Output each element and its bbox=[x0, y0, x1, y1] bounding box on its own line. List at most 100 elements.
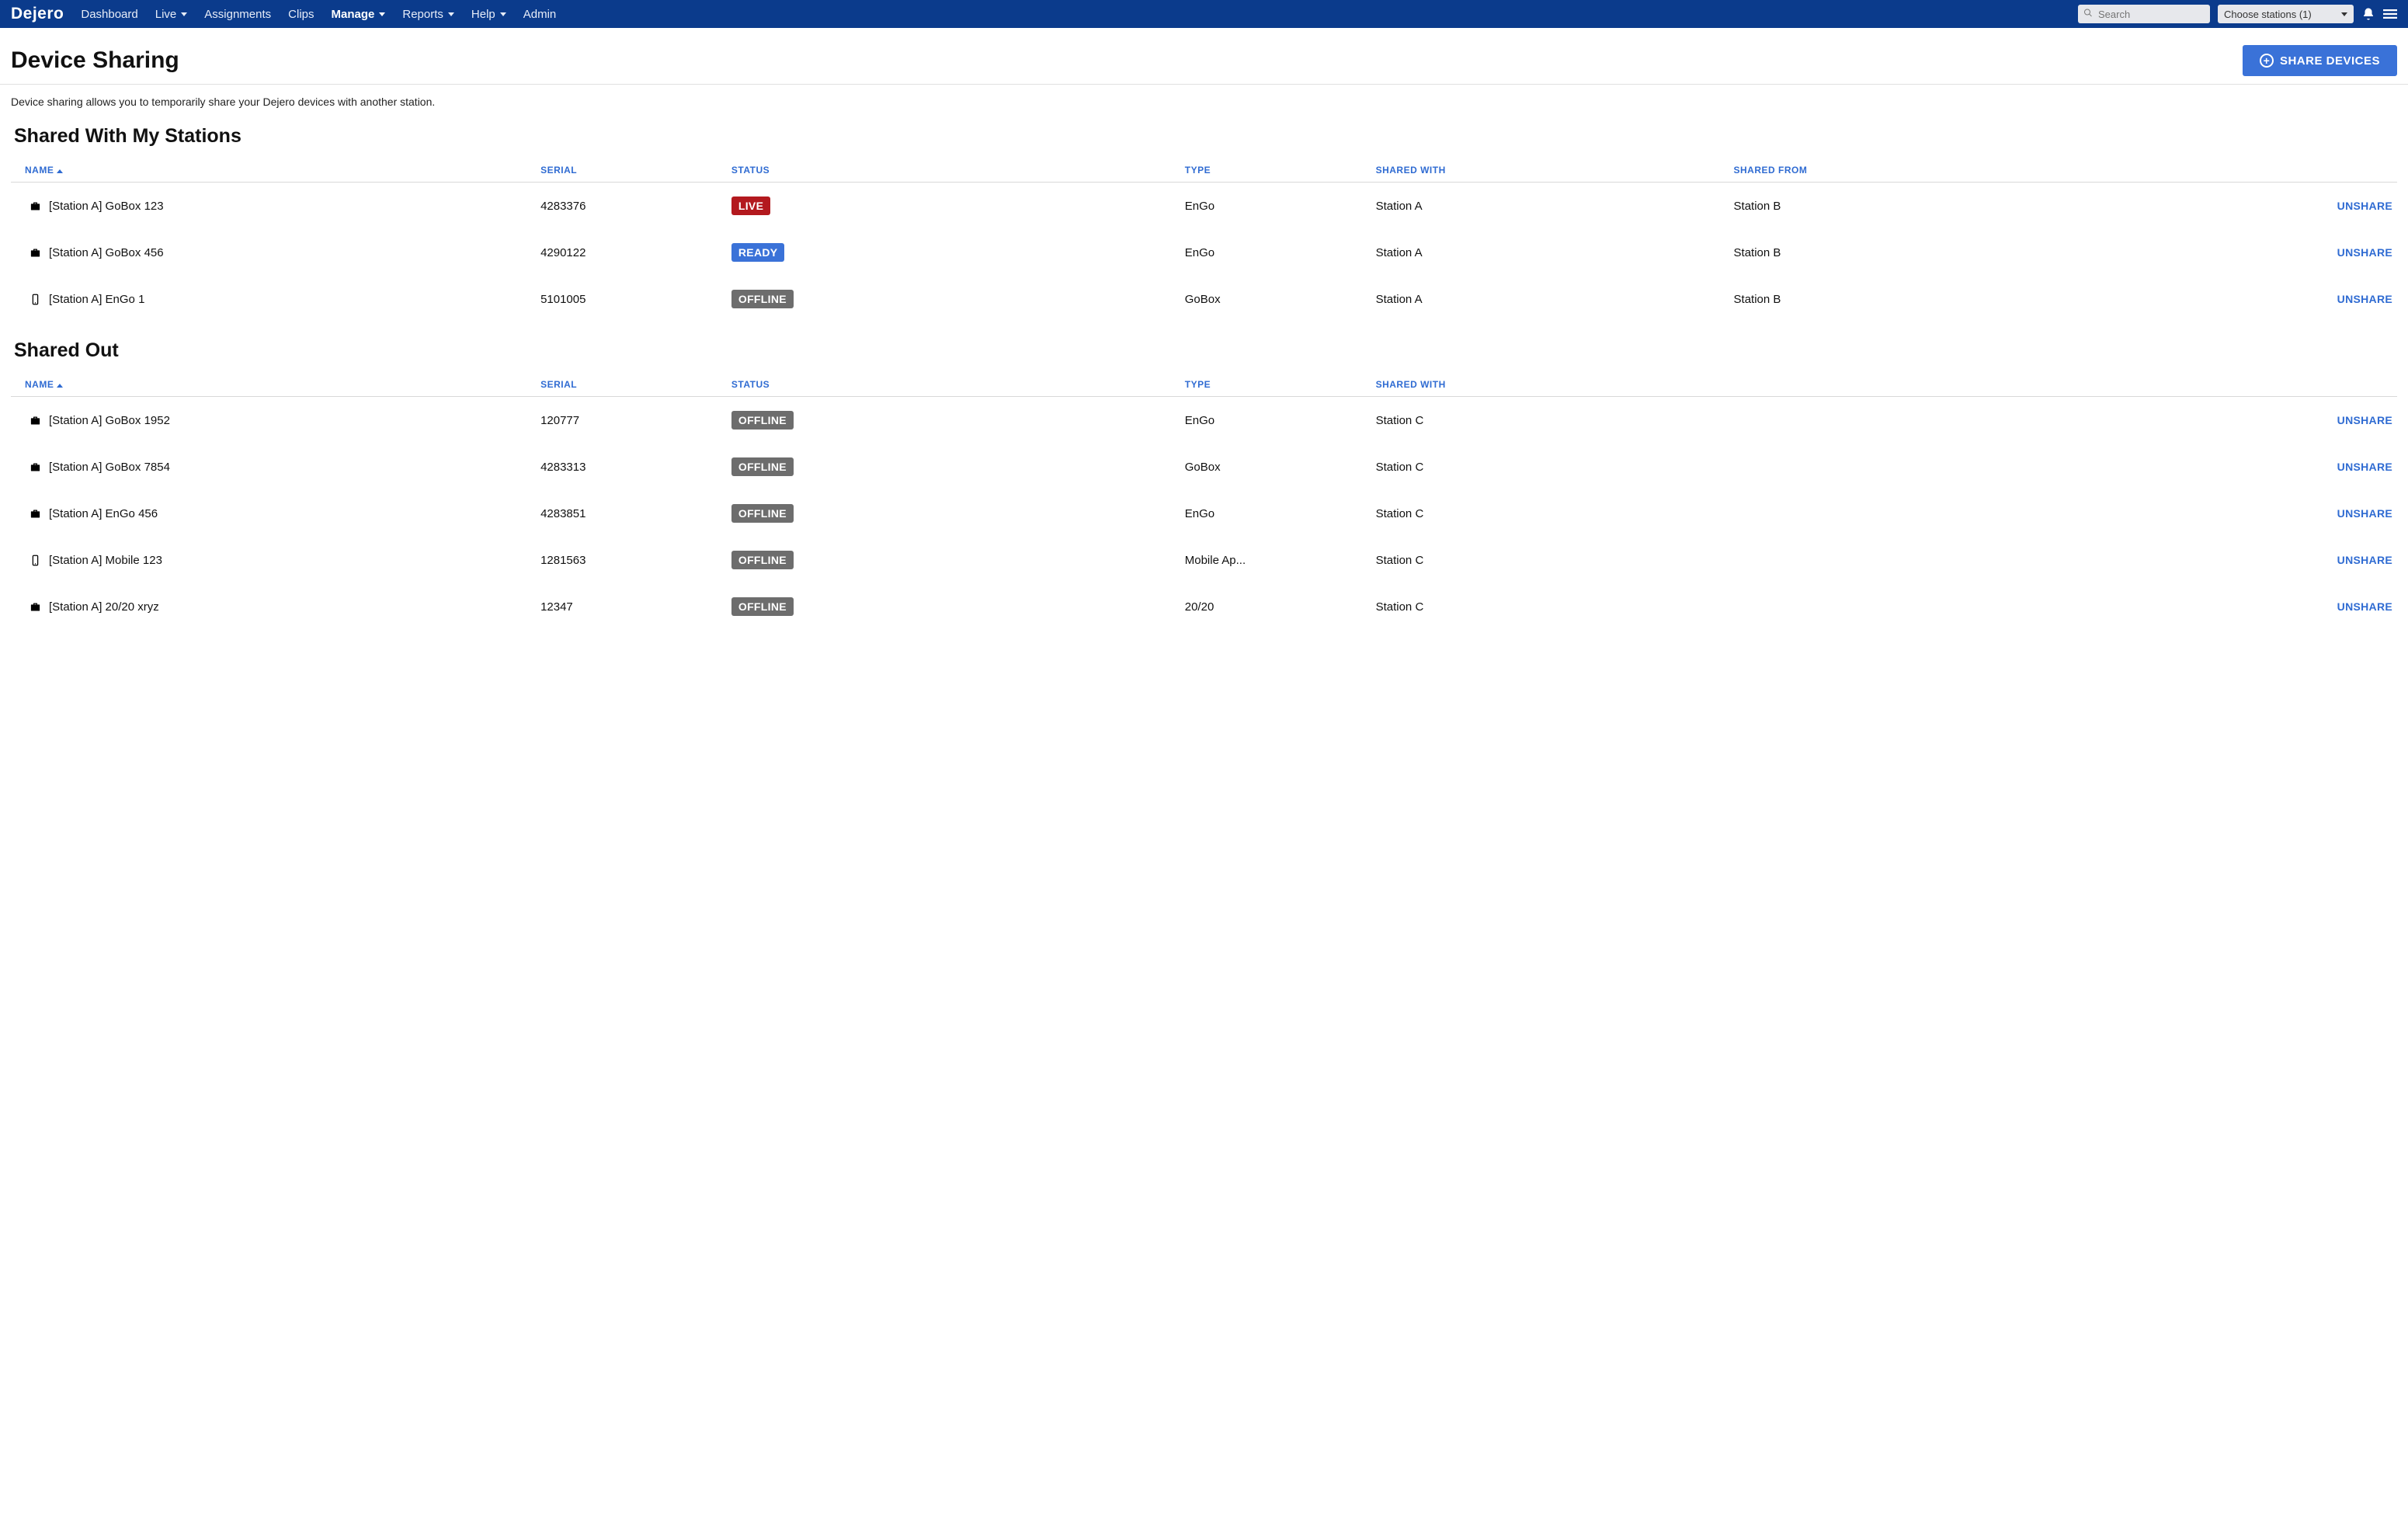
help-text: Device sharing allows you to temporarily… bbox=[0, 85, 2408, 108]
device-serial: 4283376 bbox=[536, 183, 727, 230]
table-row: [Station A] GoBox 1952120777OFFLINEEnGoS… bbox=[11, 397, 2397, 444]
status-badge: OFFLINE bbox=[731, 597, 794, 616]
device-serial: 4283851 bbox=[536, 490, 727, 537]
station-select[interactable]: Choose stations (1) bbox=[2218, 5, 2354, 23]
device-name: [Station A] 20/20 xryz bbox=[49, 600, 159, 614]
device-name: [Station A] GoBox 456 bbox=[49, 246, 164, 259]
table-row: [Station A] EnGo 456 4283851OFFLINEEnGoSt… bbox=[11, 490, 2397, 537]
caret-down-icon bbox=[2341, 12, 2347, 16]
shared-with-cell: Station A bbox=[1371, 276, 1729, 322]
nav-item-admin[interactable]: Admin bbox=[523, 8, 557, 21]
col-header-shared-with[interactable]: SHARED WITH bbox=[1371, 373, 1729, 397]
briefcase-icon bbox=[30, 508, 41, 520]
unshare-link[interactable]: UNSHARE bbox=[2337, 461, 2392, 473]
device-status: READY bbox=[727, 229, 1180, 276]
nav-item-clips[interactable]: Clips bbox=[288, 8, 314, 21]
section-shared-with: Shared With My Stations NAME SERIAL STAT… bbox=[0, 108, 2408, 322]
share-devices-button[interactable]: + SHARE DEVICES bbox=[2243, 45, 2397, 76]
device-serial: 120777 bbox=[536, 397, 727, 444]
nav-item-label: Help bbox=[471, 8, 495, 21]
shared-from-cell: Station B bbox=[1729, 229, 2135, 276]
shared-with-cell: Station A bbox=[1371, 183, 1729, 230]
sort-asc-icon bbox=[57, 169, 63, 173]
device-serial: 5101005 bbox=[536, 276, 727, 322]
top-navbar: Dejero DashboardLiveAssignmentsClipsMana… bbox=[0, 0, 2408, 28]
nav-item-help[interactable]: Help bbox=[471, 8, 506, 21]
nav-item-label: Clips bbox=[288, 8, 314, 21]
bell-icon[interactable] bbox=[2361, 7, 2375, 21]
section-shared-out: Shared Out NAME SERIAL STATUS TYPE SHARE… bbox=[0, 322, 2408, 630]
unshare-link[interactable]: UNSHARE bbox=[2337, 507, 2392, 520]
device-status: OFFLINE bbox=[727, 397, 1180, 444]
nav-item-reports[interactable]: Reports bbox=[402, 8, 454, 21]
shared-with-cell: Station C bbox=[1371, 490, 1729, 537]
device-serial: 1281563 bbox=[536, 537, 727, 583]
shared-with-cell: Station C bbox=[1371, 537, 1729, 583]
briefcase-icon bbox=[30, 200, 41, 212]
col-header-status[interactable]: STATUS bbox=[727, 373, 1180, 397]
device-name: [Station A] Mobile 123 bbox=[49, 554, 162, 567]
table-row: [Station A] 20/20 xryz12347OFFLINE20/20S… bbox=[11, 583, 2397, 630]
sort-asc-icon bbox=[57, 384, 63, 388]
shared-from-cell bbox=[1729, 443, 2135, 490]
plus-circle-icon: + bbox=[2260, 54, 2274, 68]
shared-with-table: NAME SERIAL STATUS TYPE SHARED WITH SHAR… bbox=[11, 158, 2397, 322]
device-type: GoBox bbox=[1180, 443, 1371, 490]
shared-from-cell bbox=[1729, 490, 2135, 537]
briefcase-icon bbox=[30, 415, 41, 426]
nav-item-assignments[interactable]: Assignments bbox=[204, 8, 271, 21]
col-header-name[interactable]: NAME bbox=[11, 373, 536, 397]
page-title: Device Sharing bbox=[11, 47, 179, 74]
nav-item-label: Dashboard bbox=[81, 8, 137, 21]
status-badge: READY bbox=[731, 243, 785, 262]
shared-with-title: Shared With My Stations bbox=[11, 125, 2397, 148]
col-header-shared-from[interactable]: SHARED FROM bbox=[1729, 158, 2135, 183]
col-header-shared-with[interactable]: SHARED WITH bbox=[1371, 158, 1729, 183]
nav-item-label: Assignments bbox=[204, 8, 271, 21]
search-input[interactable] bbox=[2078, 5, 2210, 23]
unshare-link[interactable]: UNSHARE bbox=[2337, 200, 2392, 212]
unshare-link[interactable]: UNSHARE bbox=[2337, 293, 2392, 305]
unshare-link[interactable]: UNSHARE bbox=[2337, 246, 2392, 259]
status-badge: OFFLINE bbox=[731, 290, 794, 308]
table-row: [Station A] GoBox 4564290122READYEnGoSta… bbox=[11, 229, 2397, 276]
phone-outline-icon bbox=[30, 555, 41, 566]
shared-out-table: NAME SERIAL STATUS TYPE SHARED WITH [Sta… bbox=[11, 373, 2397, 630]
unshare-link[interactable]: UNSHARE bbox=[2337, 414, 2392, 426]
device-type: EnGo bbox=[1180, 490, 1371, 537]
nav-item-manage[interactable]: Manage bbox=[332, 8, 386, 21]
nav-item-label: Reports bbox=[402, 8, 443, 21]
device-status: LIVE bbox=[727, 183, 1180, 230]
status-badge: OFFLINE bbox=[731, 551, 794, 569]
col-header-type[interactable]: TYPE bbox=[1180, 373, 1371, 397]
nav-item-dashboard[interactable]: Dashboard bbox=[81, 8, 137, 21]
nav-item-label: Admin bbox=[523, 8, 557, 21]
col-header-name[interactable]: NAME bbox=[11, 158, 536, 183]
shared-with-cell: Station C bbox=[1371, 397, 1729, 444]
shared-from-cell bbox=[1729, 397, 2135, 444]
status-badge: LIVE bbox=[731, 197, 770, 215]
station-select-label: Choose stations (1) bbox=[2224, 9, 2312, 20]
device-status: OFFLINE bbox=[727, 537, 1180, 583]
device-serial: 4290122 bbox=[536, 229, 727, 276]
unshare-link[interactable]: UNSHARE bbox=[2337, 554, 2392, 566]
col-header-serial[interactable]: SERIAL bbox=[536, 373, 727, 397]
device-name: [Station A] EnGo 456 bbox=[49, 507, 158, 520]
caret-down-icon bbox=[448, 12, 454, 16]
unshare-link[interactable]: UNSHARE bbox=[2337, 600, 2392, 613]
caret-down-icon bbox=[500, 12, 506, 16]
briefcase-icon bbox=[30, 601, 41, 613]
col-header-status[interactable]: STATUS bbox=[727, 158, 1180, 183]
device-type: 20/20 bbox=[1180, 583, 1371, 630]
shared-with-cell: Station C bbox=[1371, 583, 1729, 630]
col-header-type[interactable]: TYPE bbox=[1180, 158, 1371, 183]
col-header-serial[interactable]: SERIAL bbox=[536, 158, 727, 183]
device-status: OFFLINE bbox=[727, 490, 1180, 537]
hamburger-icon[interactable] bbox=[2383, 7, 2397, 21]
table-row: [Station A] GoBox 78544283313OFFLINEGoBo… bbox=[11, 443, 2397, 490]
device-name: [Station A] GoBox 7854 bbox=[49, 461, 170, 474]
table-row: [Station A] EnGo 15101005OFFLINEGoBoxSta… bbox=[11, 276, 2397, 322]
device-name: [Station A] EnGo 1 bbox=[49, 293, 144, 306]
nav-item-live[interactable]: Live bbox=[155, 8, 188, 21]
shared-from-cell: Station B bbox=[1729, 183, 2135, 230]
